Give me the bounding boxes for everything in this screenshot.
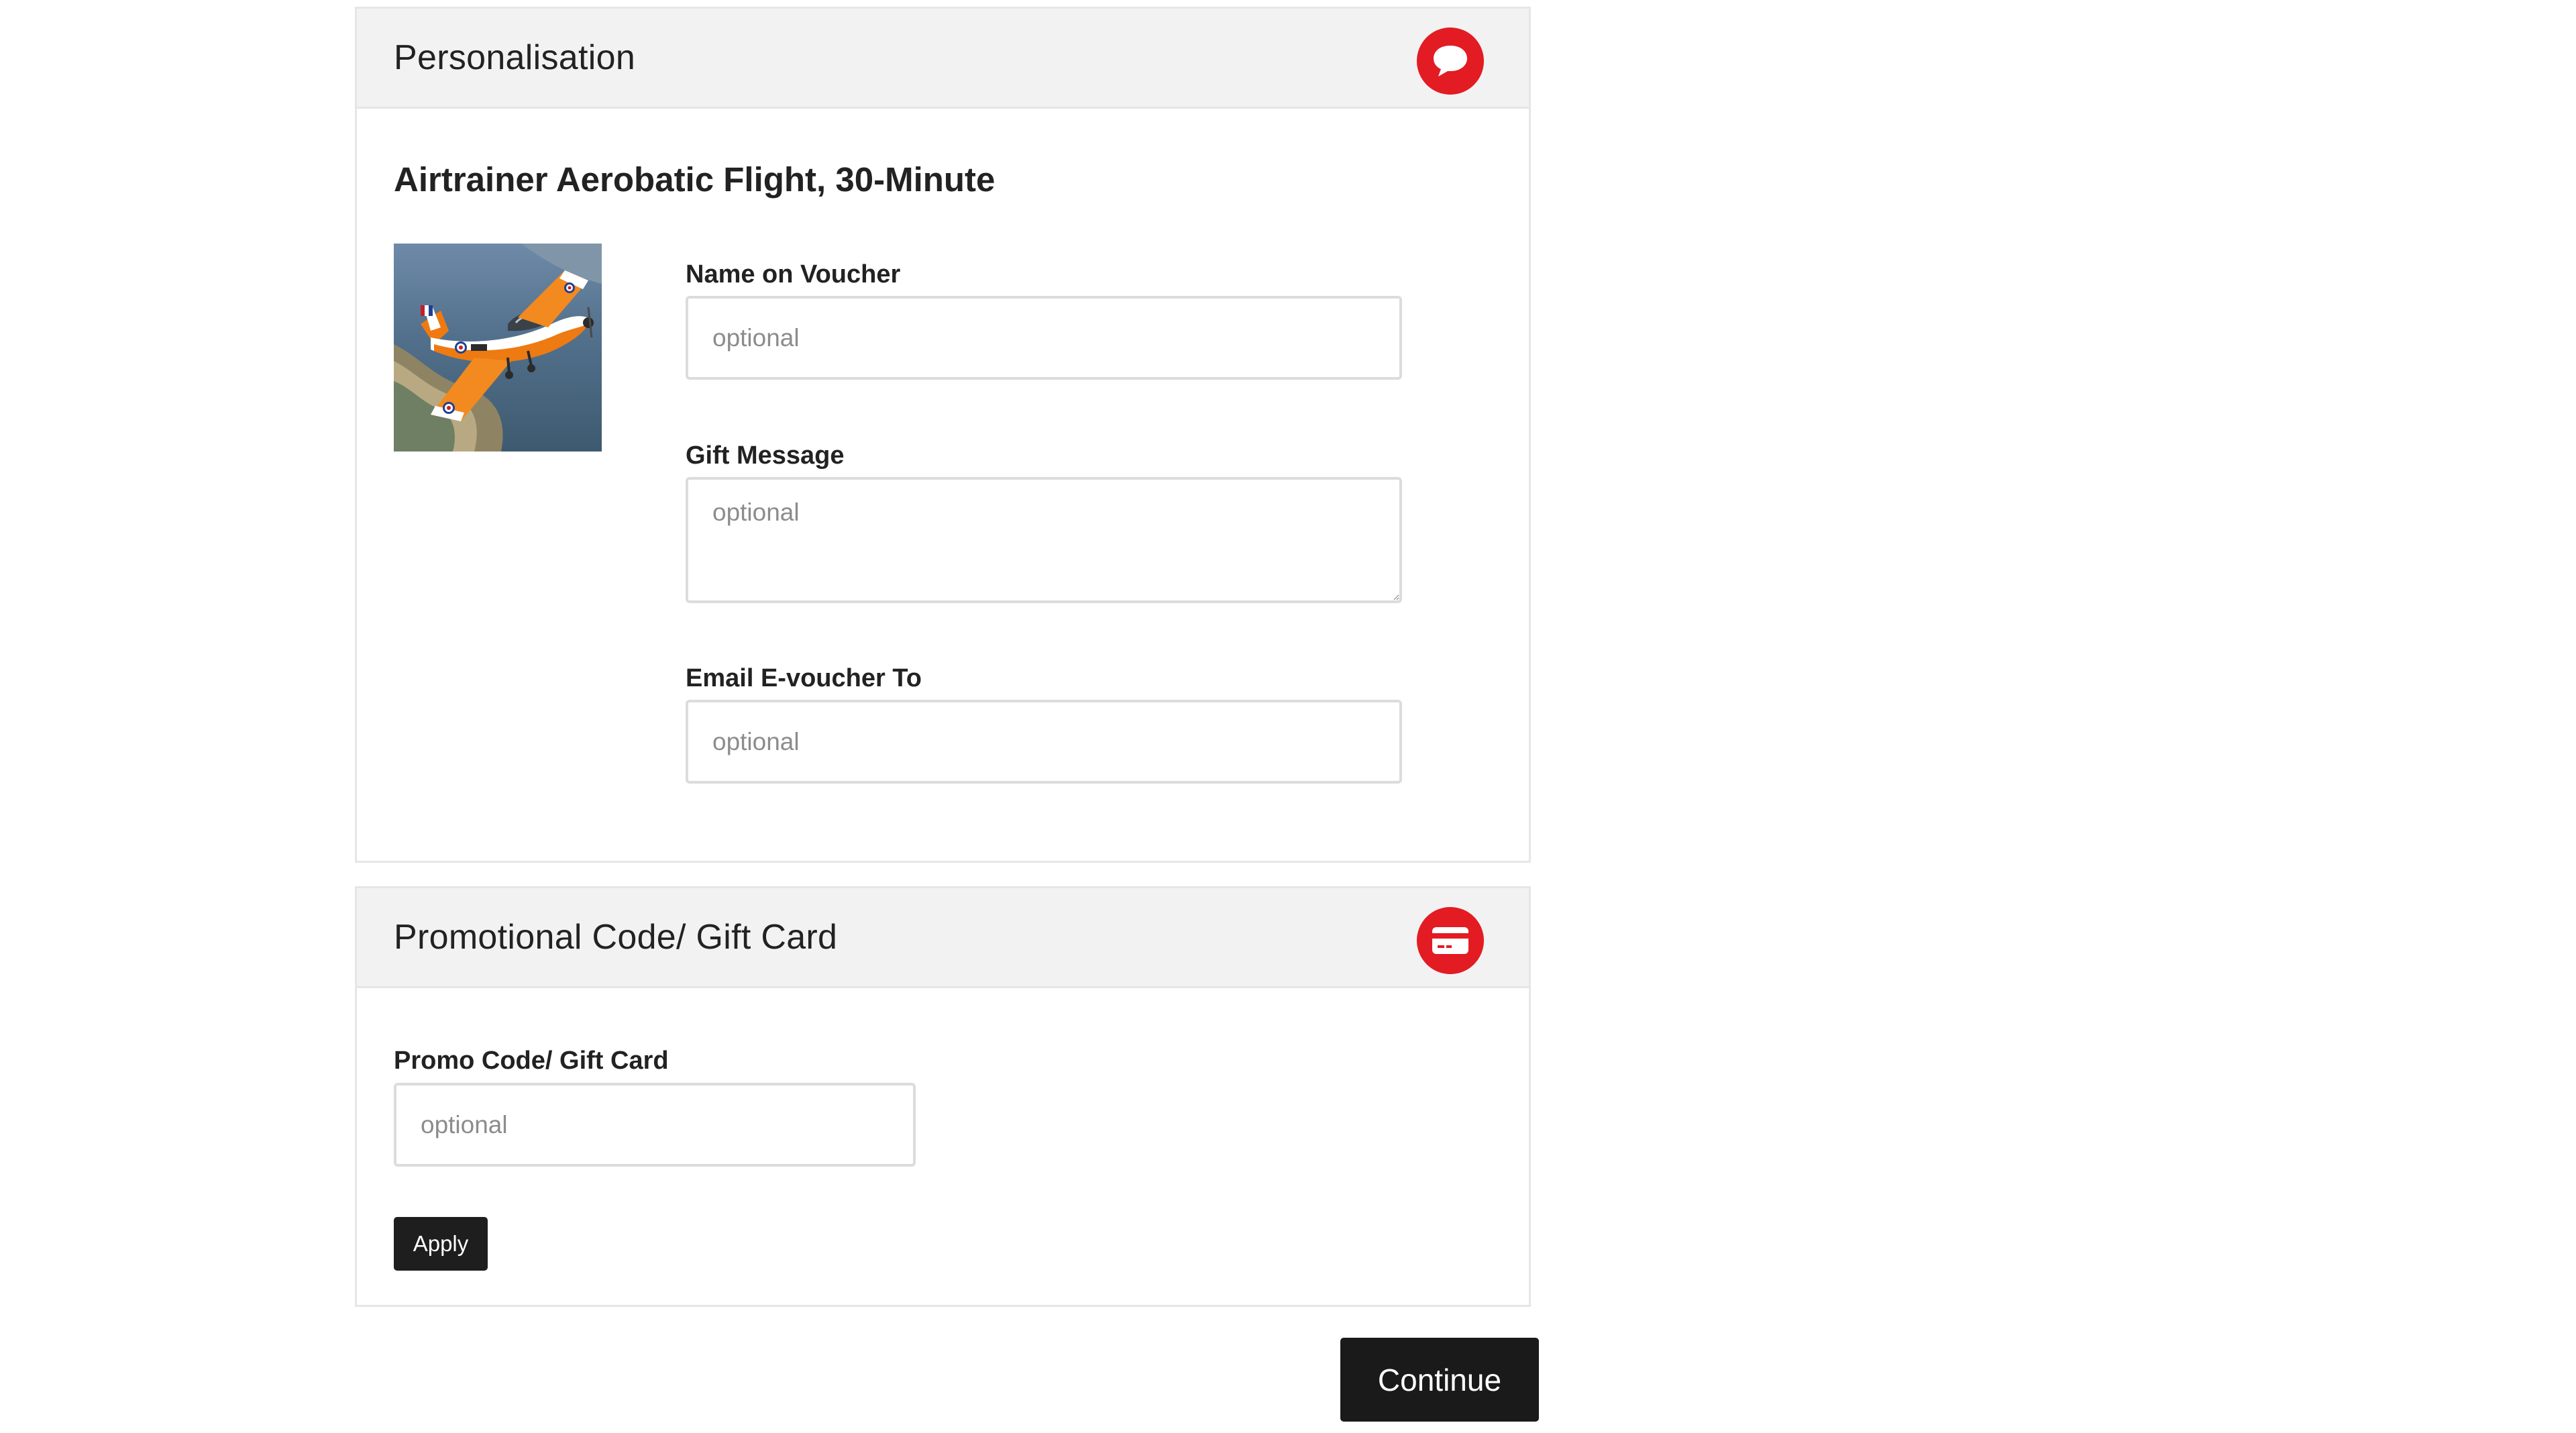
promo-title: Promotional Code/ Gift Card <box>394 918 838 957</box>
name-on-voucher-label: Name on Voucher <box>686 260 901 288</box>
gift-message-textarea[interactable] <box>686 477 1402 603</box>
personalisation-title: Personalisation <box>394 38 636 77</box>
email-evoucher-label: Email E-voucher To <box>686 664 922 692</box>
product-image <box>394 244 602 452</box>
personalisation-panel: Personalisation Airtrainer Aerobatic Fli… <box>355 7 1531 863</box>
personalisation-header: Personalisation <box>357 9 1529 109</box>
apply-button[interactable]: Apply <box>394 1217 488 1271</box>
continue-button[interactable]: Continue <box>1340 1338 1539 1422</box>
checkout-page: Personalisation Airtrainer Aerobatic Fli… <box>0 0 2576 1433</box>
credit-card-icon <box>1417 907 1484 974</box>
promo-header: Promotional Code/ Gift Card <box>357 888 1529 988</box>
name-on-voucher-input[interactable] <box>686 296 1402 380</box>
chat-bubble-icon <box>1417 28 1484 95</box>
product-title: Airtrainer Aerobatic Flight, 30-Minute <box>394 160 996 199</box>
email-evoucher-input[interactable] <box>686 700 1402 784</box>
promo-code-input[interactable] <box>394 1083 916 1167</box>
promo-code-label: Promo Code/ Gift Card <box>394 1047 669 1075</box>
gift-message-label: Gift Message <box>686 441 845 470</box>
promo-panel: Promotional Code/ Gift Card Promo Code/ … <box>355 886 1531 1307</box>
